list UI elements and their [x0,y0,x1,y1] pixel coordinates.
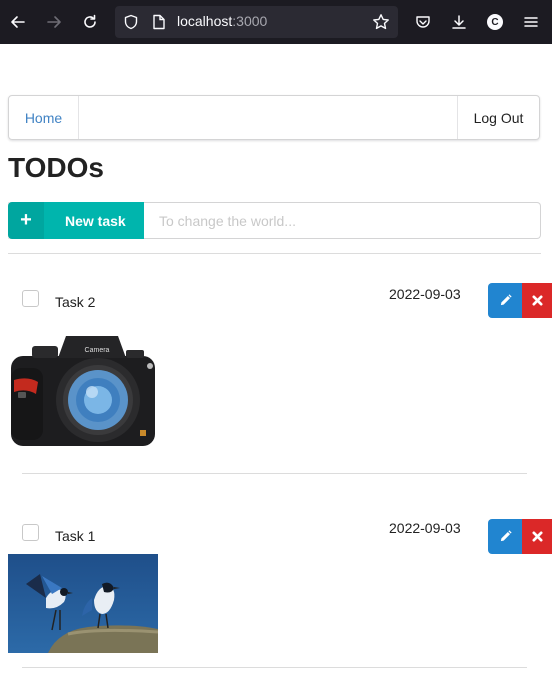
reload-icon [84,14,96,28]
delete-task-button[interactable] [522,519,552,554]
close-icon [531,531,543,542]
back-button[interactable] [4,8,32,36]
task-date: 2022-09-03 [389,520,461,536]
page-title: TODOs [8,152,104,183]
edit-task-button[interactable] [488,519,522,554]
reload-button[interactable] [76,8,104,36]
pencil-icon [500,294,512,306]
divider [8,253,541,254]
divider [22,667,527,668]
task-image-birds [8,554,159,653]
edit-task-button[interactable] [488,283,522,318]
pocket-button[interactable] [409,8,437,36]
pencil-icon [500,530,512,542]
pocket-icon [416,16,430,28]
task-checkbox[interactable] [22,524,39,541]
task-item: Task 2 2022-09-03 Camera [0,283,552,464]
shield-icon[interactable] [123,14,139,30]
download-icon [452,15,466,29]
page-icon [153,14,165,30]
new-task-input[interactable] [144,202,541,239]
hamburger-menu-icon [524,17,538,27]
task-title: Task 2 [55,294,96,310]
account-avatar: C [487,14,503,30]
account-button[interactable]: C [481,8,509,36]
delete-task-button[interactable] [522,283,552,318]
address-bar[interactable]: localhost:3000 [115,6,398,38]
arrow-right-icon [47,16,61,28]
new-task-button[interactable]: + New task [8,202,144,239]
forward-button[interactable] [40,8,68,36]
camera-brand-text: Camera [85,347,110,354]
nav-logout-link[interactable]: Log Out [457,96,539,139]
task-date: 2022-09-03 [389,286,461,302]
task-title: Task 1 [55,528,96,544]
plus-icon: + [8,202,44,239]
task-checkbox[interactable] [22,290,39,307]
menu-button[interactable] [517,8,545,36]
arrow-left-icon [11,16,25,28]
url-text: localhost:3000 [177,13,268,29]
nav-home-link[interactable]: Home [9,96,79,139]
downloads-button[interactable] [445,8,473,36]
top-navbar: Home Log Out [8,95,540,140]
star-bookmark-icon[interactable] [372,13,390,31]
close-icon [531,295,543,306]
task-image-camera: Camera [8,326,158,452]
task-item: Task 1 2022-09-03 [0,518,552,658]
browser-toolbar: localhost:3000 C [0,0,552,44]
divider [22,473,527,474]
new-task-button-label: New task [65,213,126,229]
